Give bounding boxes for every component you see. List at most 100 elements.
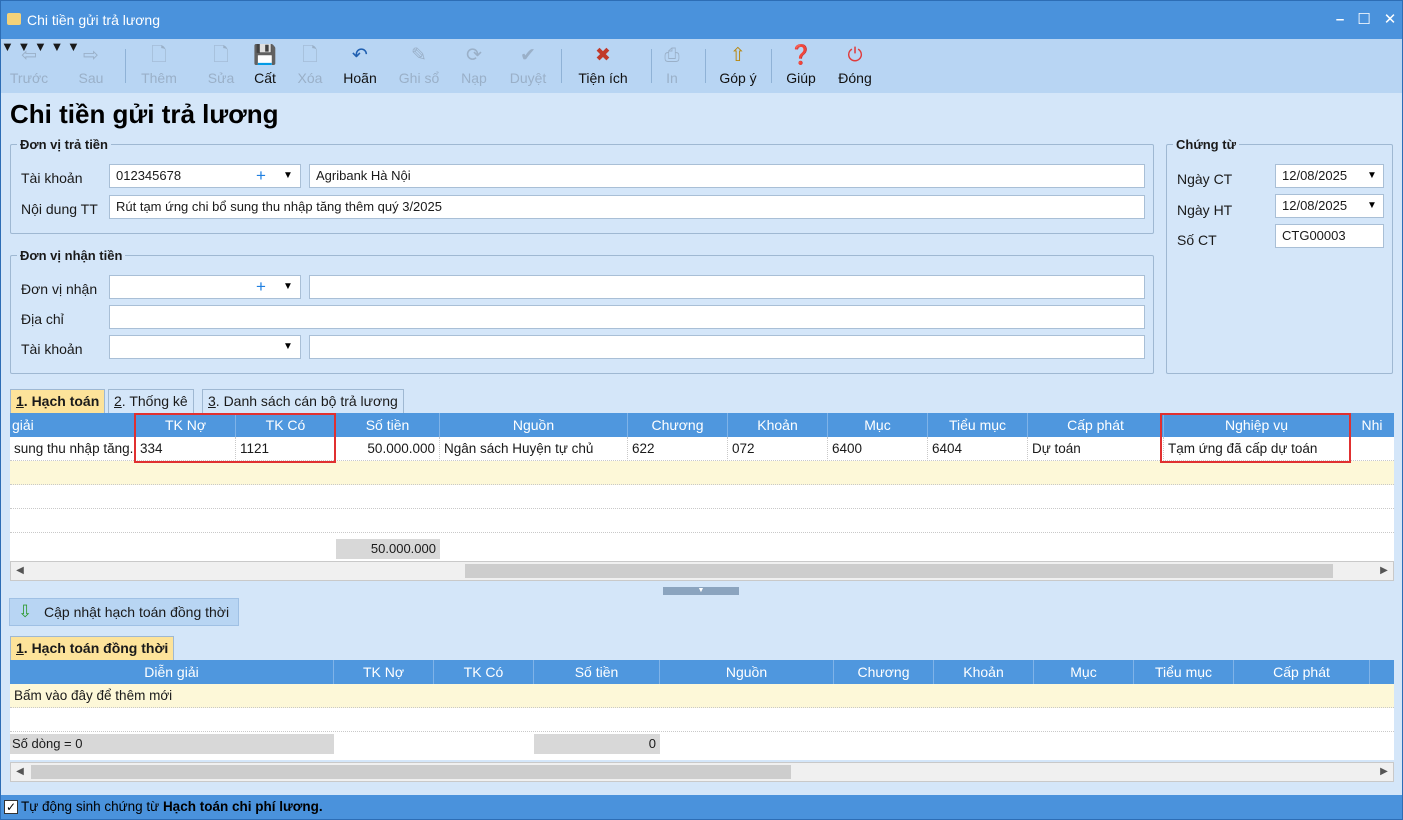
- receiver-unit-combo[interactable]: [109, 275, 301, 299]
- auto-generate-checkbox[interactable]: ✓: [4, 800, 18, 814]
- accounting-grid-scrollbar[interactable]: ◀ ▶: [10, 561, 1394, 581]
- tab-statistics[interactable]: 2. Thống kê: [108, 389, 194, 413]
- chevron-down-icon[interactable]: ▼: [279, 336, 297, 358]
- utilities-button[interactable]: ✖ Tiện ích: [571, 43, 635, 91]
- delete-document-icon: 🗋: [302, 45, 318, 66]
- receiver-address-field[interactable]: [109, 305, 1145, 329]
- arrow-right-icon: ⇨: [83, 45, 99, 66]
- add-button[interactable]: 🗋 Thêm: [135, 43, 183, 91]
- help-icon: ❓: [789, 45, 813, 66]
- window-title: Chi tiền gửi trả lương: [27, 12, 160, 28]
- splitter-handle[interactable]: ▼: [663, 587, 739, 595]
- col-header-subsection[interactable]: Tiểu mục: [928, 413, 1028, 437]
- cell-item[interactable]: 072: [728, 437, 828, 461]
- tab-concurrent-accounting[interactable]: 1. Hạch toán đồng thời: [10, 636, 175, 660]
- maximize-icon[interactable]: ☐: [1353, 9, 1375, 31]
- col-header-more[interactable]: Nhi: [1350, 413, 1394, 437]
- close-icon[interactable]: ✕: [1379, 9, 1401, 31]
- col-header-section[interactable]: Mục: [828, 413, 928, 437]
- post-button[interactable]: ✎ Ghi sổ: [393, 43, 445, 91]
- save-button[interactable]: 💾 Cất: [247, 43, 283, 91]
- col-header-subsection[interactable]: Tiểu mục: [1134, 660, 1234, 684]
- help-button[interactable]: ❓ Giúp: [781, 43, 821, 91]
- minimize-icon[interactable]: –: [1329, 9, 1351, 31]
- receiver-group-title: Đơn vị nhận tiền: [17, 248, 126, 263]
- bank-name-field[interactable]: Agribank Hà Nội: [309, 164, 1145, 188]
- col-header-item[interactable]: Khoản: [934, 660, 1034, 684]
- receiver-unit-name-field[interactable]: [309, 275, 1145, 299]
- payer-account-combo[interactable]: 012345678: [109, 164, 301, 188]
- scroll-left-icon[interactable]: ◀: [11, 763, 29, 781]
- prev-button[interactable]: ⇦ Trước: [7, 43, 51, 91]
- col-header-debit[interactable]: TK Nợ: [334, 660, 434, 684]
- printer-icon: ⎙: [664, 45, 680, 66]
- cell-more[interactable]: [1350, 437, 1394, 461]
- concurrent-grid-scrollbar[interactable]: ◀ ▶: [10, 762, 1394, 782]
- next-button[interactable]: ⇨ Sau: [71, 43, 111, 91]
- scrollbar-thumb[interactable]: [31, 765, 791, 779]
- checkmark-icon: ✔: [520, 45, 536, 66]
- edit-document-icon: 🗋: [213, 45, 229, 66]
- chevron-down-icon[interactable]: ▼: [279, 276, 297, 298]
- chevron-down-icon[interactable]: ▼: [1363, 165, 1381, 187]
- add-new-row-text[interactable]: Bấm vào đây để thêm mới: [10, 684, 1394, 708]
- feedback-button[interactable]: ⇧ Góp ý: [713, 43, 763, 91]
- col-header-section[interactable]: Mục: [1034, 660, 1134, 684]
- col-header-amount[interactable]: Số tiền: [534, 660, 660, 684]
- col-header-source[interactable]: Nguồn: [660, 660, 834, 684]
- cell-allocation[interactable]: Dự toán: [1028, 437, 1164, 461]
- col-header-description[interactable]: giải: [10, 413, 136, 437]
- add-icon[interactable]: +: [252, 165, 270, 187]
- table-row[interactable]: [10, 509, 1394, 533]
- print-button[interactable]: ⎙ In: [657, 43, 687, 91]
- refresh-icon: ⟳: [466, 45, 482, 66]
- table-row[interactable]: [10, 461, 1394, 485]
- cell-amount[interactable]: 50.000.000: [336, 437, 440, 461]
- payment-content-field[interactable]: Rút tạm ứng chi bổ sung thu nhập tăng th…: [109, 195, 1145, 219]
- tab-accounting[interactable]: 1. Hạch toán: [10, 389, 106, 413]
- scroll-right-icon[interactable]: ▶: [1375, 562, 1393, 580]
- col-header-source[interactable]: Nguồn: [440, 413, 628, 437]
- voucher-group-title: Chứng từ: [1173, 137, 1239, 152]
- arrow-down-icon: ⇩: [18, 602, 33, 621]
- approve-button[interactable]: ✔ Duyệt: [503, 43, 553, 91]
- cell-description[interactable]: sung thu nhập tăng...: [10, 437, 136, 461]
- chevron-down-icon[interactable]: ▼: [51, 39, 64, 54]
- payment-content-label: Nội dung TT: [21, 201, 98, 217]
- chevron-down-icon[interactable]: ▼: [1363, 195, 1381, 217]
- voucher-group: Chứng từ Ngày CT 12/08/2025 ▼ Ngày HT 12…: [1166, 137, 1393, 374]
- col-header-credit[interactable]: TK Có: [434, 660, 534, 684]
- table-row[interactable]: [10, 708, 1394, 732]
- cell-subsection[interactable]: 6404: [928, 437, 1028, 461]
- cell-chapter[interactable]: 622: [628, 437, 728, 461]
- cell-source[interactable]: Ngân sách Huyện tự chủ: [440, 437, 628, 461]
- scroll-left-icon[interactable]: ◀: [11, 562, 29, 580]
- col-header-allocation[interactable]: Cấp phát: [1028, 413, 1164, 437]
- receiver-address-label: Địa chỉ: [21, 311, 64, 327]
- scrollbar-thumb[interactable]: [465, 564, 1333, 578]
- col-header-chapter[interactable]: Chương: [628, 413, 728, 437]
- chevron-down-icon[interactable]: ▼: [279, 165, 297, 187]
- update-accounting-button[interactable]: ⇩ Cập nhật hạch toán đồng thời: [9, 598, 239, 626]
- pencil-icon: ✎: [411, 45, 427, 66]
- col-header-allocation[interactable]: Cấp phát: [1234, 660, 1370, 684]
- col-header-description[interactable]: Diễn giải: [10, 660, 334, 684]
- close-button[interactable]: ⏻ Đóng: [833, 43, 877, 91]
- col-header-item[interactable]: Khoản: [728, 413, 828, 437]
- receiver-bank-field[interactable]: [309, 335, 1145, 359]
- tab-staff-list[interactable]: 3. Danh sách cán bộ trả lương: [202, 389, 404, 413]
- receiver-account-combo[interactable]: [109, 335, 301, 359]
- scroll-right-icon[interactable]: ▶: [1375, 763, 1393, 781]
- edit-button[interactable]: 🗋 Sửa: [201, 43, 241, 91]
- add-icon[interactable]: +: [252, 276, 270, 298]
- reload-button[interactable]: ⟳ Nạp: [455, 43, 493, 91]
- undo-button[interactable]: ↶ Hoãn: [337, 43, 383, 91]
- table-row[interactable]: [10, 485, 1394, 509]
- col-header-amount[interactable]: Số tiền: [336, 413, 440, 437]
- delete-button[interactable]: 🗋 Xóa: [289, 43, 331, 91]
- voucher-number-field[interactable]: CTG00003: [1275, 224, 1384, 248]
- voucher-date-label: Ngày CT: [1177, 171, 1233, 187]
- col-header-chapter[interactable]: Chương: [834, 660, 934, 684]
- cell-section[interactable]: 6400: [828, 437, 928, 461]
- add-new-row[interactable]: Bấm vào đây để thêm mới: [10, 684, 1394, 708]
